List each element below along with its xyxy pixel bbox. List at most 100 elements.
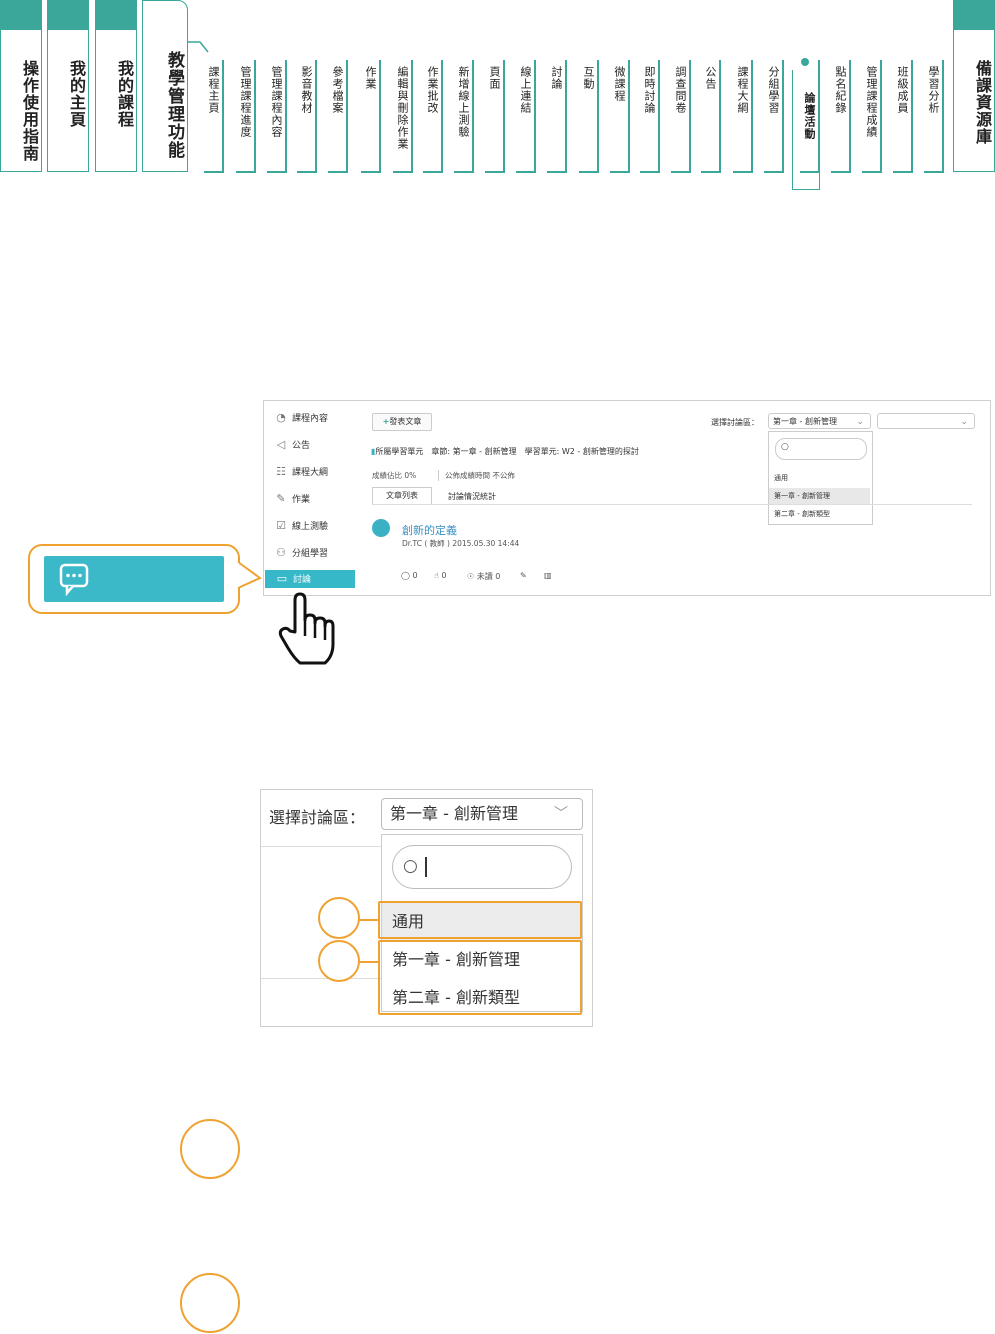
grade-ratio: 成績佔比 0% [372, 471, 417, 480]
connector-line [358, 961, 378, 963]
comment-count-value: 0 [412, 571, 418, 580]
dropdown-search-input[interactable]: ○ [392, 845, 572, 889]
sub-item-separator [411, 60, 413, 172]
sub-nav-item[interactable]: 管理課程內容 [267, 66, 285, 138]
post-article-label: 發表文章 [389, 417, 422, 426]
select-forum-label: 選擇討論區： [269, 808, 366, 827]
sub-nav-item[interactable]: 作業 [361, 66, 379, 90]
sub-nav-item[interactable]: 點名紀錄 [831, 66, 849, 114]
sub-item-separator [751, 60, 753, 172]
sub-item-baseline [485, 171, 505, 173]
sub-nav-item[interactable]: 新增線上測驗 [454, 66, 472, 138]
divider [261, 978, 381, 979]
sub-nav-item[interactable]: 參考檔案 [328, 66, 346, 114]
sub-nav-item[interactable]: 課程大綱 [733, 66, 751, 114]
forum-dropdown-menu: ○ 通用 第一章 - 創新管理 第二章 - 創新類型 [768, 431, 873, 525]
sub-nav-item[interactable]: 討論 [547, 66, 565, 90]
breadcrumb: ▮所屬學習單元 章節: 第一章 - 創新管理 學習單元: W2 - 創新管理的探… [371, 446, 639, 457]
sub-item-separator [503, 60, 505, 172]
assignment-icon: ✎ [276, 492, 286, 505]
forum-select[interactable]: 第一章 - 創新管理 ⌄ [768, 413, 871, 429]
sub-item-separator [880, 60, 882, 172]
sidebar-item-outline[interactable]: ☷ 課程大綱 [274, 463, 354, 481]
sub-nav-item[interactable]: 公告 [701, 66, 719, 90]
post-article-button[interactable]: +發表文章 [372, 413, 432, 431]
sub-nav-item[interactable]: 課程主頁 [204, 66, 222, 114]
sub-nav-item[interactable]: 即時討論 [640, 66, 658, 114]
sidebar-item-announcement[interactable]: ◁ 公告 [274, 436, 354, 454]
sub-nav-item[interactable]: 管理課程進度 [236, 66, 254, 138]
sidebar-item-assignment[interactable]: ✎ 作業 [274, 490, 354, 508]
avatar [372, 519, 390, 537]
sidebar-item-quiz[interactable]: ☑ 線上測驗 [274, 517, 354, 535]
delete-icon[interactable]: ▥ [544, 571, 552, 580]
chevron-down-icon: ⌄ [856, 417, 864, 427]
sub-item-separator [472, 60, 474, 172]
marker-ring-1 [318, 897, 360, 939]
sub-nav-item[interactable]: 分組學習 [764, 66, 782, 114]
sub-item-separator [285, 60, 287, 172]
sidebar-item-label: 公告 [292, 441, 311, 451]
tab-cap [96, 0, 136, 30]
sub-item-baseline [361, 171, 381, 173]
secondary-select[interactable]: ⌄ [877, 413, 975, 429]
sub-item-baseline [893, 171, 913, 173]
tab-cap [954, 0, 994, 30]
sub-item-baseline [733, 171, 753, 173]
connector-line [358, 919, 378, 921]
unread-count[interactable]: ☉ 未讀 0 [467, 571, 500, 582]
sub-nav-item[interactable]: 班級成員 [893, 66, 911, 114]
sub-item-baseline [547, 171, 567, 173]
main-tab-label: 操作使用指南 [20, 60, 39, 162]
tab-discussion-stats[interactable]: 討論情況統計 [448, 491, 496, 502]
sub-nav-item[interactable]: 調查問卷 [671, 66, 689, 114]
dropdown-option[interactable]: 第一章 - 創新管理 [769, 488, 870, 504]
tab-article-list[interactable]: 文章列表 [372, 487, 432, 504]
sidebar-item-course-content[interactable]: ◔ 課程內容 [274, 409, 354, 427]
sub-item-baseline [423, 171, 443, 173]
sub-nav-item[interactable]: 互動 [579, 66, 597, 90]
sub-item-separator [719, 60, 721, 172]
dropdown-option[interactable]: 第二章 - 創新類型 [769, 506, 870, 522]
main-tab-my-courses[interactable]: 我的課程 [95, 0, 137, 172]
main-tab-my-home[interactable]: 我的主頁 [47, 0, 89, 172]
sidebar-item-discussion[interactable]: ▭ 討論 [265, 570, 355, 588]
sub-item-separator [849, 60, 851, 172]
forum-select[interactable]: 第一章 - 創新管理 ﹀ [381, 798, 583, 830]
outline-icon: ☷ [276, 465, 286, 478]
discussion-callout-fill [44, 556, 224, 602]
like-count[interactable]: ☝ 0 [434, 571, 447, 580]
chat-icon: ▭ [276, 572, 288, 585]
step-ring-2 [180, 1273, 240, 1333]
sidebar-item-group-learning[interactable]: ⚇ 分組學習 [274, 544, 354, 562]
sub-nav-item[interactable]: 影音教材 [297, 66, 315, 114]
step-ring-1 [180, 1119, 240, 1179]
main-tab-label: 教學管理功能 [164, 51, 184, 159]
dropdown-search-input[interactable]: ○ [775, 438, 867, 460]
grade-publish: 公佈成績時間 不公佈 [438, 470, 515, 481]
breadcrumb-text: 所屬學習單元 章節: 第一章 - 創新管理 學習單元: W2 - 創新管理的探討 [375, 447, 639, 456]
edit-icon[interactable]: ✎ [520, 571, 527, 580]
sub-item-baseline [671, 171, 691, 173]
course-content-icon: ◔ [276, 411, 286, 424]
sub-item-separator [315, 60, 317, 172]
main-tab-resources[interactable]: 備課資源庫 [953, 0, 995, 172]
sub-nav-item[interactable]: 管理課程成績 [862, 66, 880, 138]
comment-count[interactable]: ◯ 0 [401, 571, 418, 580]
sub-nav-item[interactable]: 頁面 [485, 66, 503, 90]
sub-item-separator [346, 60, 348, 172]
select-forum-label: 選擇討論區： [711, 418, 759, 427]
text-cursor [425, 857, 427, 877]
post-title[interactable]: 創新的定義 [402, 522, 457, 538]
dropdown-option[interactable]: 通用 [769, 470, 870, 486]
sub-item-separator [911, 60, 913, 172]
sub-nav-item[interactable]: 編輯與刪除作業 [393, 66, 411, 150]
main-tab-teaching-management[interactable]: 教學管理功能 [142, 0, 188, 172]
sidebar-item-label: 課程大綱 [292, 468, 329, 478]
sub-nav-item[interactable]: 作業批改 [423, 66, 441, 114]
sub-nav-item[interactable]: 線上連結 [516, 66, 534, 114]
sub-nav-item[interactable]: 學習分析 [924, 66, 942, 114]
sub-nav-item[interactable]: 微課程 [610, 66, 628, 102]
like-count-value: 0 [441, 571, 447, 580]
main-tab-guide[interactable]: 操作使用指南 [0, 0, 42, 172]
